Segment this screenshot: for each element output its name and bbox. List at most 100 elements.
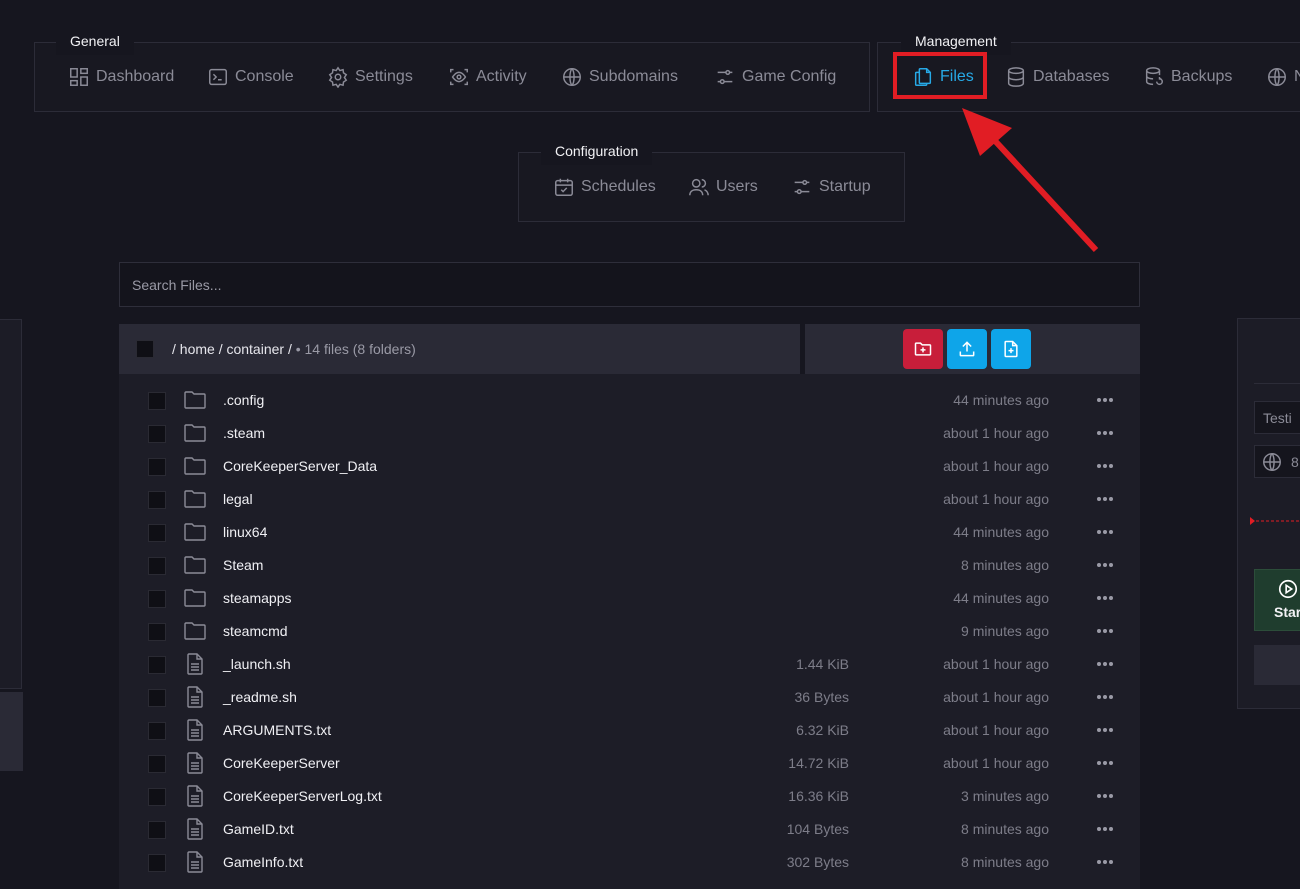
file-name[interactable]: .config — [223, 392, 264, 408]
file-icon — [187, 653, 203, 675]
file-name[interactable]: CoreKeeperServerLog.txt — [223, 788, 382, 804]
search-input[interactable] — [119, 262, 1140, 307]
new-file-button[interactable] — [991, 329, 1031, 369]
select-all-checkbox[interactable] — [136, 340, 154, 358]
file-name[interactable]: steamapps — [223, 590, 291, 606]
restart-button[interactable] — [1254, 645, 1300, 685]
start-button[interactable]: Star — [1254, 569, 1300, 631]
file-row[interactable]: linux64 44 minutes ago — [119, 516, 1140, 549]
row-checkbox[interactable] — [148, 590, 166, 608]
more-options-icon[interactable] — [1096, 751, 1114, 775]
file-name[interactable]: GameInfo.txt — [223, 854, 303, 870]
nav-item-startup[interactable]: Startup — [791, 153, 871, 221]
nav-item-label: Settings — [355, 68, 413, 85]
files-highlight-box — [893, 52, 987, 99]
row-checkbox[interactable] — [148, 722, 166, 740]
server-address-field[interactable]: 8 — [1254, 445, 1300, 478]
more-options-icon[interactable] — [1096, 454, 1114, 478]
row-checkbox[interactable] — [148, 689, 166, 707]
file-row[interactable]: GameID.txt 104 Bytes 8 minutes ago — [119, 813, 1140, 846]
more-options-icon[interactable] — [1096, 520, 1114, 544]
row-checkbox[interactable] — [148, 755, 166, 773]
more-options-icon[interactable] — [1096, 553, 1114, 577]
file-row[interactable]: GameInfo.txt 302 Bytes 8 minutes ago — [119, 846, 1140, 879]
nav-item-settings[interactable]: Settings — [327, 43, 413, 111]
new-folder-button[interactable] — [903, 329, 943, 369]
file-modified: 44 minutes ago — [953, 392, 1049, 408]
file-row[interactable]: CoreKeeperServerLog.txt 16.36 KiB 3 minu… — [119, 780, 1140, 813]
file-row[interactable]: .config 44 minutes ago — [119, 384, 1140, 417]
nav-item-schedules[interactable]: Schedules — [553, 153, 656, 221]
file-name[interactable]: linux64 — [223, 524, 267, 540]
file-row[interactable]: ARGUMENTS.txt 6.32 KiB about 1 hour ago — [119, 714, 1140, 747]
file-name[interactable]: _launch.sh — [223, 656, 291, 672]
more-options-icon[interactable] — [1096, 652, 1114, 676]
file-size: 1.44 KiB — [796, 656, 849, 672]
nav-item-console[interactable]: Console — [207, 43, 294, 111]
nav-item-dashboard[interactable]: Dashboard — [68, 43, 174, 111]
breadcrumb-path[interactable]: / home / container / — [172, 341, 292, 357]
nav-item-network[interactable]: N — [1266, 43, 1300, 111]
calendar-icon — [555, 178, 573, 196]
row-checkbox[interactable] — [148, 458, 166, 476]
nav-item-label: Backups — [1171, 68, 1233, 85]
file-name[interactable]: CoreKeeperServer — [223, 755, 340, 771]
file-name[interactable]: GameID.txt — [223, 821, 294, 837]
server-name-field[interactable]: Testi — [1254, 401, 1300, 434]
file-actions-bar — [805, 324, 1140, 374]
row-checkbox[interactable] — [148, 656, 166, 674]
folder-plus-icon — [914, 342, 932, 356]
row-checkbox[interactable] — [148, 557, 166, 575]
nav-item-activity[interactable]: Activity — [448, 43, 527, 111]
more-options-icon[interactable] — [1096, 487, 1114, 511]
sliders-icon — [794, 179, 810, 195]
file-row[interactable]: Steam 8 minutes ago — [119, 549, 1140, 582]
row-checkbox[interactable] — [148, 788, 166, 806]
row-checkbox[interactable] — [148, 623, 166, 641]
file-size: 6.32 KiB — [796, 722, 849, 738]
file-row[interactable]: _launch.sh 1.44 KiB about 1 hour ago — [119, 648, 1140, 681]
row-checkbox[interactable] — [148, 821, 166, 839]
file-row[interactable]: steamapps 44 minutes ago — [119, 582, 1140, 615]
file-name[interactable]: _readme.sh — [223, 689, 297, 705]
file-modified: about 1 hour ago — [943, 425, 1049, 441]
more-options-icon[interactable] — [1096, 784, 1114, 808]
file-modified: 44 minutes ago — [953, 590, 1049, 606]
file-row[interactable]: _readme.sh 36 Bytes about 1 hour ago — [119, 681, 1140, 714]
file-name[interactable]: ARGUMENTS.txt — [223, 722, 331, 738]
row-checkbox[interactable] — [148, 425, 166, 443]
file-row[interactable]: CoreKeeperServer 14.72 KiB about 1 hour … — [119, 747, 1140, 780]
file-size: 36 Bytes — [794, 689, 849, 705]
file-name[interactable]: Steam — [223, 557, 263, 573]
nav-item-label: Game Config — [742, 68, 837, 85]
file-row[interactable]: .steam about 1 hour ago — [119, 417, 1140, 450]
row-checkbox[interactable] — [148, 392, 166, 410]
more-options-icon[interactable] — [1096, 817, 1114, 841]
file-row[interactable]: steamcmd 9 minutes ago — [119, 615, 1140, 648]
more-options-icon[interactable] — [1096, 619, 1114, 643]
upload-button[interactable] — [947, 329, 987, 369]
nav-item-game-config[interactable]: Game Config — [714, 43, 836, 111]
file-row[interactable]: legal about 1 hour ago — [119, 483, 1140, 516]
file-name[interactable]: legal — [223, 491, 253, 507]
more-options-icon[interactable] — [1096, 388, 1114, 412]
more-options-icon[interactable] — [1096, 718, 1114, 742]
resource-graph-line — [1250, 517, 1300, 525]
nav-item-users[interactable]: Users — [688, 153, 758, 221]
more-options-icon[interactable] — [1096, 586, 1114, 610]
row-checkbox[interactable] — [148, 491, 166, 509]
more-options-icon[interactable] — [1096, 850, 1114, 874]
more-options-icon[interactable] — [1096, 685, 1114, 709]
file-modified: about 1 hour ago — [943, 755, 1049, 771]
file-name[interactable]: .steam — [223, 425, 265, 441]
file-row[interactable]: CoreKeeperServer_Data about 1 hour ago — [119, 450, 1140, 483]
nav-item-backups[interactable]: Backups — [1143, 43, 1232, 111]
folder-icon — [184, 622, 206, 640]
file-name[interactable]: CoreKeeperServer_Data — [223, 458, 377, 474]
row-checkbox[interactable] — [148, 854, 166, 872]
file-name[interactable]: steamcmd — [223, 623, 288, 639]
more-options-icon[interactable] — [1096, 421, 1114, 445]
file-modified: about 1 hour ago — [943, 722, 1049, 738]
row-checkbox[interactable] — [148, 524, 166, 542]
nav-item-subdomains[interactable]: Subdomains — [561, 43, 678, 111]
